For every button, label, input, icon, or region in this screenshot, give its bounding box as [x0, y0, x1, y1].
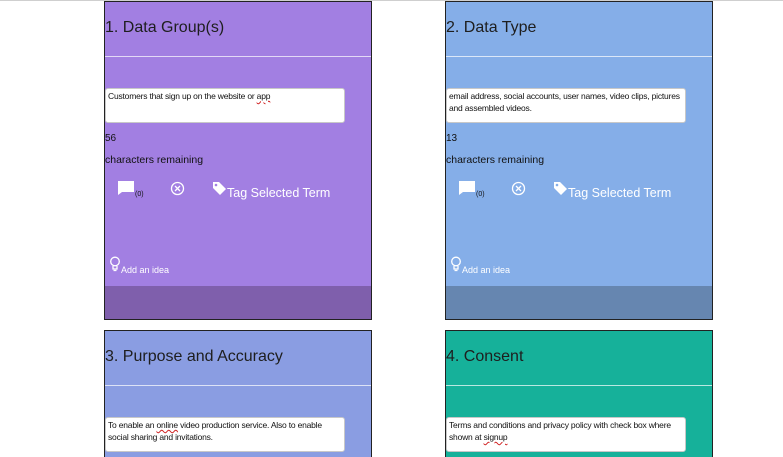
- tag-selected-term-button[interactable]: Tag Selected Term: [212, 181, 331, 200]
- tag-label: Tag Selected Term: [568, 186, 672, 200]
- divider: [446, 385, 712, 386]
- lightbulb-icon: [451, 256, 461, 272]
- card-text-input[interactable]: Terms and conditions and privacy policy …: [446, 417, 686, 452]
- card-text-input[interactable]: Customers that sign up on the website or…: [105, 88, 345, 123]
- add-idea-label: Add an idea: [121, 265, 170, 275]
- comment-count: (0): [476, 191, 485, 198]
- divider: [105, 56, 371, 57]
- card-purpose-accuracy: 3. Purpose and Accuracy To enable an onl…: [104, 330, 372, 457]
- card-data-type: 2. Data Type email address, social accou…: [445, 1, 713, 320]
- comment-count: (0): [135, 191, 144, 198]
- card-data-groups: 1. Data Group(s) Customers that sign up …: [104, 1, 372, 320]
- comment-button[interactable]: (0): [459, 181, 485, 198]
- add-idea-button[interactable]: Add an idea: [109, 256, 170, 275]
- close-circle-icon: [170, 181, 185, 196]
- card-footer: [105, 286, 371, 319]
- tag-icon: [213, 182, 226, 195]
- tag-selected-term-button[interactable]: Tag Selected Term: [553, 181, 672, 200]
- add-idea-label: Add an idea: [462, 265, 511, 275]
- comment-button[interactable]: (0): [118, 181, 144, 198]
- clear-button[interactable]: [511, 181, 526, 201]
- lightbulb-icon: [110, 256, 120, 272]
- clear-button[interactable]: [170, 181, 185, 201]
- card-footer: [446, 286, 712, 319]
- divider: [446, 56, 712, 57]
- tag-label: Tag Selected Term: [227, 186, 331, 200]
- card-consent: 4. Consent Terms and conditions and priv…: [445, 330, 713, 457]
- card-title: 2. Data Type: [446, 19, 537, 36]
- close-circle-icon: [511, 181, 526, 196]
- comment-icon: [118, 181, 134, 195]
- card-text-input[interactable]: To enable an online video production ser…: [105, 417, 345, 452]
- card-title: 4. Consent: [446, 348, 524, 365]
- card-text-input[interactable]: email address, social accounts, user nam…: [446, 88, 686, 123]
- chars-remaining-label: characters remaining: [446, 154, 545, 166]
- card-actions: (0) Tag Selected Term: [446, 178, 712, 202]
- chars-remaining-label: characters remaining: [105, 154, 204, 166]
- card-title: 3. Purpose and Accuracy: [105, 348, 283, 365]
- char-count: 56: [105, 133, 117, 144]
- tag-icon: [554, 182, 567, 195]
- card-actions: (0) Tag Selected Term: [105, 178, 371, 202]
- char-count: 13: [446, 133, 458, 144]
- card-title: 1. Data Group(s): [105, 19, 225, 36]
- comment-icon: [459, 181, 475, 195]
- add-idea-button[interactable]: Add an idea: [450, 256, 511, 275]
- divider: [105, 385, 371, 386]
